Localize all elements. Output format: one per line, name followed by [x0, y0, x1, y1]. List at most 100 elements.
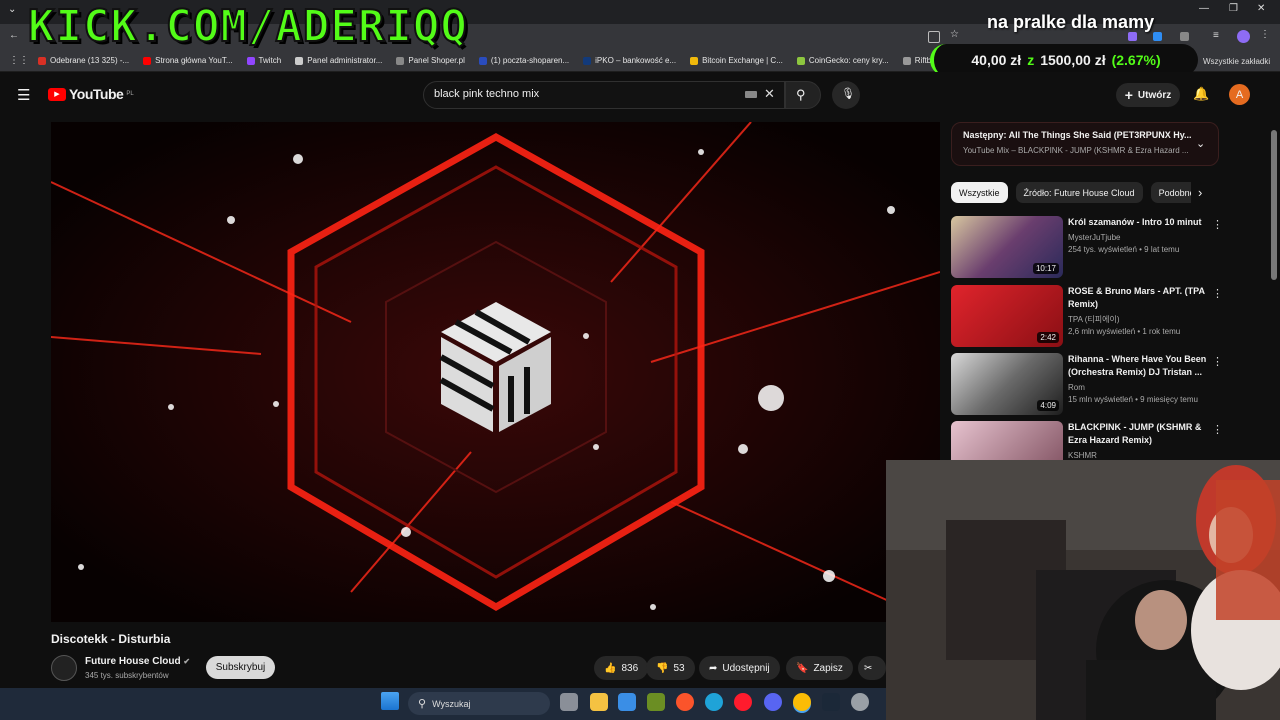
like-button[interactable]: 👍 836: [594, 656, 649, 680]
recommendation-item[interactable]: 2:42 ROSE & Bruno Mars - APT. (TPA Remix…: [951, 285, 1223, 349]
bookmark-favicon-icon: [295, 56, 304, 65]
bookmark-item[interactable]: Twitch: [246, 56, 281, 65]
subscribe-button[interactable]: Subskrybuj: [206, 656, 275, 679]
create-button[interactable]: + Utwórz: [1116, 83, 1180, 107]
opera-icon[interactable]: [734, 693, 752, 711]
keyboard-icon[interactable]: [745, 91, 757, 98]
extension-icon[interactable]: [1153, 32, 1162, 41]
more-options-icon[interactable]: ⋮: [1212, 218, 1223, 231]
recommendation-item[interactable]: 10:17 Król szamanów - Intro 10 minut Myst…: [951, 216, 1223, 280]
webcam-overlay: [886, 460, 1280, 720]
bookmark-item[interactable]: Strona główna YouT...: [143, 56, 233, 65]
save-label: Zapisz: [813, 662, 843, 674]
tab-search-icon[interactable]: ⌄: [8, 4, 16, 15]
bookmark-label: Odebrane (13 325) -...: [50, 56, 130, 65]
bookmark-favicon-icon: [478, 56, 487, 65]
close-window-icon[interactable]: ✕: [1257, 3, 1265, 14]
extension-icon[interactable]: [1128, 32, 1137, 41]
bookmark-item[interactable]: Bitcoin Exchange | C...: [690, 56, 783, 65]
kick-channel-overlay: KICK.COM/ADERIQQ: [27, 1, 468, 52]
search-button[interactable]: ⚲: [785, 81, 821, 109]
bookmark-label: Panel Shoper.pl: [408, 56, 465, 65]
minimize-icon[interactable]: —: [1199, 3, 1209, 14]
windows-start-icon[interactable]: [381, 692, 399, 710]
chrome-icon[interactable]: [793, 693, 811, 711]
youtube-region: PL: [126, 91, 134, 97]
bookmark-item[interactable]: CoinGecko: ceny kry...: [796, 56, 889, 65]
share-button[interactable]: ➦ Udostępnij: [699, 656, 780, 680]
up-next-panel[interactable]: Następny: All The Things She Said (PET3R…: [951, 122, 1219, 166]
edge-icon[interactable]: [705, 693, 723, 711]
bookmark-item[interactable]: Odebrane (13 325) -...: [38, 56, 129, 65]
up-next-subtitle: YouTube Mix – BLACKPINK - JUMP (KSHMR & …: [963, 146, 1189, 155]
dislike-button[interactable]: 👎 53: [646, 656, 695, 680]
plus-icon: +: [1124, 87, 1133, 103]
bookmark-item[interactable]: iPKO – bankowość e...: [583, 56, 676, 65]
recommendation-item[interactable]: 4:09 Rihanna - Where Have You Been (Orch…: [951, 353, 1223, 417]
profile-icon[interactable]: [1237, 30, 1250, 43]
steam-icon[interactable]: [822, 693, 840, 711]
youtube-logo[interactable]: ▶ YouTube PL: [48, 86, 134, 102]
more-options-icon[interactable]: ⋮: [1212, 355, 1223, 368]
media-control-icon[interactable]: ≡: [1213, 30, 1219, 41]
browser-menu-icon[interactable]: ⋮: [1260, 29, 1270, 40]
chip-similar[interactable]: Podobne: [1150, 182, 1191, 203]
clear-search-icon[interactable]: ✕: [764, 86, 775, 102]
recommendation-title: BLACKPINK - JUMP (KSHMR & Ezra Hazard Re…: [1068, 422, 1202, 445]
apps-grid-icon[interactable]: ⋮⋮: [9, 55, 29, 66]
install-app-icon[interactable]: [928, 31, 940, 43]
chip-all[interactable]: Wszystkie: [951, 182, 1008, 203]
recommendation-title: Rihanna - Where Have You Been (Orchestra…: [1068, 354, 1207, 377]
avatar[interactable]: A: [1229, 84, 1250, 105]
chevron-down-icon[interactable]: ⌄: [1196, 137, 1205, 150]
taskbar-search[interactable]: ⚲ Wyszukaj: [408, 692, 550, 715]
back-icon[interactable]: ←: [9, 30, 19, 41]
bookmark-label: Bitcoin Exchange | C...: [702, 56, 783, 65]
donation-separator: z: [1027, 52, 1035, 68]
store-icon[interactable]: [618, 693, 636, 711]
discord-icon[interactable]: [764, 693, 782, 711]
search-icon: ⚲: [796, 87, 806, 102]
save-button[interactable]: 🔖 Zapisz: [786, 656, 853, 680]
bookmark-item[interactable]: Panel administrator...: [295, 56, 382, 65]
scrollbar[interactable]: [1271, 130, 1277, 280]
verified-icon: ✔: [183, 657, 191, 666]
search-input[interactable]: black pink techno mix: [423, 81, 785, 109]
more-options-icon[interactable]: ⋮: [1212, 287, 1223, 300]
microphone-icon: 🎙: [841, 88, 855, 100]
settings-gear-icon[interactable]: [851, 693, 869, 711]
clip-button[interactable]: ✂: [858, 656, 886, 680]
file-explorer-icon[interactable]: [590, 693, 608, 711]
scissors-icon: ✂: [864, 662, 873, 674]
video-thumbnail: 10:17: [951, 216, 1063, 278]
donation-goal-title: na pralke dla mamy: [987, 12, 1155, 32]
chip-source[interactable]: Źródło: Future House Cloud: [1015, 182, 1143, 203]
task-view-icon[interactable]: [560, 693, 578, 711]
all-bookmarks-link[interactable]: Wszystkie zakładki: [1203, 57, 1270, 66]
recommendation-meta: 15 mln wyświetleń • 9 miesięcy temu: [1068, 395, 1198, 404]
duration-badge: 4:09: [1037, 400, 1059, 411]
brave-icon[interactable]: [676, 693, 694, 711]
bookmark-favicon-icon: [583, 56, 592, 65]
dislike-count: 53: [673, 662, 685, 674]
maximize-icon[interactable]: ❐: [1229, 3, 1238, 14]
subscriber-count: 345 tys. subskrybentów: [85, 671, 169, 680]
channel-avatar[interactable]: [51, 655, 77, 681]
video-player[interactable]: [51, 122, 940, 622]
bookmark-star-icon[interactable]: ☆: [950, 29, 959, 40]
bookmark-item[interactable]: (1) poczta-shoparen...: [478, 56, 570, 65]
notifications-bell-icon[interactable]: 🔔: [1193, 86, 1209, 102]
chevron-right-icon[interactable]: ›: [1198, 185, 1202, 200]
donation-current: 40,00 zł: [971, 52, 1022, 68]
channel-name[interactable]: Future House Cloud ✔: [85, 656, 190, 667]
recommendation-item[interactable]: BLACKPINK - JUMP (KSHMR & Ezra Hazard Re…: [951, 421, 1221, 461]
app-icon[interactable]: [647, 693, 665, 711]
up-next-title: Następny: All The Things She Said (PET3R…: [963, 130, 1192, 140]
recommendation-title: ROSE & Bruno Mars - APT. (TPA Remix): [1068, 286, 1205, 309]
extensions-puzzle-icon[interactable]: [1180, 32, 1189, 41]
hamburger-menu-icon[interactable]: ☰: [17, 86, 30, 104]
bookmark-label: (1) poczta-shoparen...: [490, 56, 570, 65]
voice-search-button[interactable]: 🎙: [832, 81, 860, 109]
bookmark-item[interactable]: Panel Shoper.pl: [396, 56, 465, 65]
more-options-icon[interactable]: ⋮: [1212, 423, 1221, 436]
